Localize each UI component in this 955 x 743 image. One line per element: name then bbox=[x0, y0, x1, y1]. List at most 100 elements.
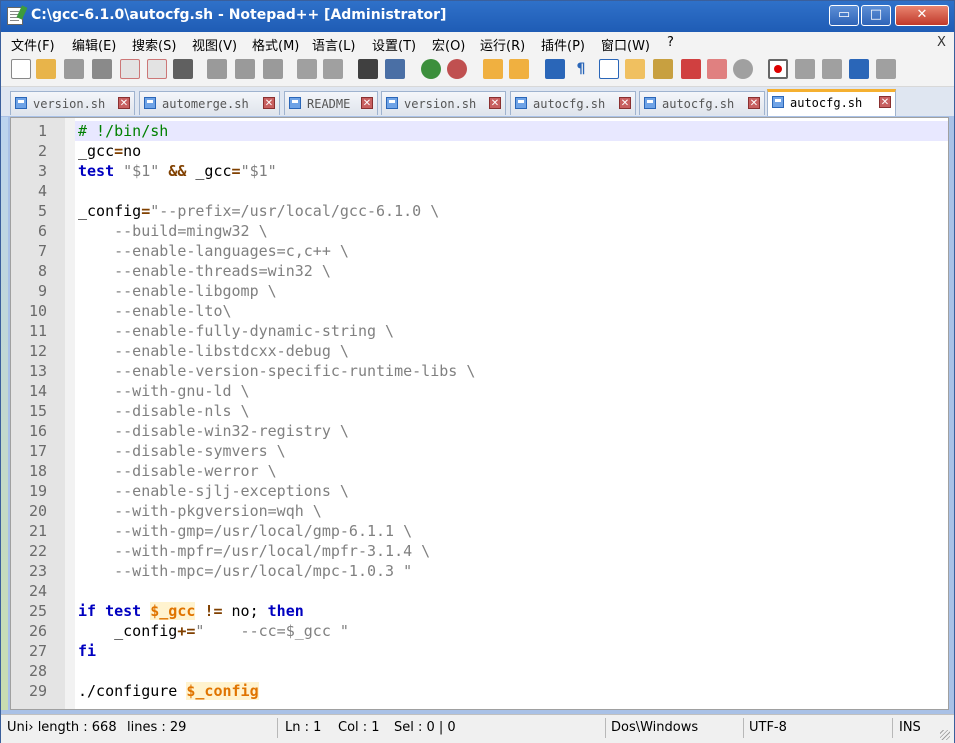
code-line[interactable]: 28 bbox=[11, 661, 948, 681]
sync-horizontal-icon[interactable] bbox=[509, 59, 529, 79]
tab-version-sh-2[interactable]: version.sh ✕ bbox=[381, 91, 506, 115]
code-line[interactable]: 17 --disable-symvers \ bbox=[11, 441, 948, 461]
indent-guide-icon[interactable] bbox=[599, 59, 619, 79]
menu-plugins[interactable]: 插件(P) bbox=[541, 35, 585, 54]
close-button[interactable]: ✕ bbox=[895, 5, 949, 26]
cut-icon[interactable] bbox=[207, 59, 227, 79]
paste-icon[interactable] bbox=[263, 59, 283, 79]
monitor-icon[interactable] bbox=[707, 59, 727, 79]
tab-close-icon[interactable]: ✕ bbox=[619, 97, 631, 109]
show-all-chars-icon[interactable]: ¶ bbox=[571, 59, 591, 79]
title-bar[interactable]: C:\gcc-6.1.0\autocfg.sh - Notepad++ [Adm… bbox=[1, 1, 954, 32]
menu-search[interactable]: 搜索(S) bbox=[132, 35, 176, 54]
code-line[interactable]: 7 --enable-languages=c,c++ \ bbox=[11, 241, 948, 261]
minimize-button[interactable]: ▭ bbox=[829, 5, 859, 26]
code-line[interactable]: 11 --enable-fully-dynamic-string \ bbox=[11, 321, 948, 341]
close-icon[interactable] bbox=[120, 59, 140, 79]
code-line[interactable]: 19 --enable-sjlj-exceptions \ bbox=[11, 481, 948, 501]
tab-autocfg-sh-2[interactable]: autocfg.sh ✕ bbox=[639, 91, 765, 115]
status-eol[interactable]: Dos\Windows bbox=[611, 720, 698, 735]
code-token: --with-mpfr=/usr/local/mpfr-3.1.4 \ bbox=[78, 542, 431, 560]
code-line[interactable]: 18 --disable-werror \ bbox=[11, 461, 948, 481]
tab-close-icon[interactable]: ✕ bbox=[263, 97, 275, 109]
play-macro-icon[interactable] bbox=[822, 59, 842, 79]
code-line[interactable]: 1 # !/bin/sh bbox=[11, 121, 948, 141]
save-all-icon[interactable] bbox=[92, 59, 112, 79]
preview-icon[interactable] bbox=[733, 59, 753, 79]
maximize-button[interactable]: □ bbox=[861, 5, 891, 26]
code-line[interactable]: 4 bbox=[11, 181, 948, 201]
code-token: != bbox=[204, 602, 223, 620]
record-macro-icon[interactable] bbox=[768, 59, 788, 79]
tab-automerge-sh[interactable]: automerge.sh ✕ bbox=[139, 91, 280, 115]
code-line[interactable]: 29 ./configure $_config bbox=[11, 681, 948, 701]
stop-macro-icon[interactable] bbox=[795, 59, 815, 79]
status-ln: Ln : 1 bbox=[285, 720, 322, 735]
menu-language[interactable]: 语言(L) bbox=[312, 35, 355, 54]
code-line[interactable]: 12 --enable-libstdcxx-debug \ bbox=[11, 341, 948, 361]
code-line[interactable]: 16 --disable-win32-registry \ bbox=[11, 421, 948, 441]
code-line[interactable]: 2 _gcc=no bbox=[11, 141, 948, 161]
status-encoding[interactable]: UTF-8 bbox=[749, 720, 787, 735]
code-line[interactable]: 13 --enable-version-specific-runtime-lib… bbox=[11, 361, 948, 381]
tab-close-icon[interactable]: ✕ bbox=[879, 96, 891, 108]
function-list-icon[interactable] bbox=[653, 59, 673, 79]
menu-settings[interactable]: 设置(T) bbox=[372, 35, 416, 54]
code-line[interactable]: 22 --with-mpfr=/usr/local/mpfr-3.1.4 \ bbox=[11, 541, 948, 561]
folder-icon[interactable] bbox=[681, 59, 701, 79]
menu-help[interactable]: ? bbox=[667, 35, 674, 50]
menu-file[interactable]: 文件(F) bbox=[11, 35, 55, 54]
doc-map-icon[interactable] bbox=[625, 59, 645, 79]
code-line[interactable]: 15 --disable-nls \ bbox=[11, 401, 948, 421]
code-line[interactable]: 6 --build=mingw32 \ bbox=[11, 221, 948, 241]
code-line[interactable]: 5 _config="--prefix=/usr/local/gcc-6.1.0 … bbox=[11, 201, 948, 221]
code-line[interactable]: 26 _config+=" --cc=$_gcc " bbox=[11, 621, 948, 641]
close-all-icon[interactable] bbox=[147, 59, 167, 79]
tab-close-icon[interactable]: ✕ bbox=[361, 97, 373, 109]
tab-autocfg-sh-active[interactable]: autocfg.sh ✕ bbox=[767, 89, 896, 116]
zoom-out-icon[interactable] bbox=[447, 59, 467, 79]
menu-close-doc-button[interactable]: X bbox=[937, 35, 946, 50]
menu-run[interactable]: 运行(R) bbox=[480, 35, 525, 54]
print-icon[interactable] bbox=[173, 59, 193, 79]
sync-vertical-icon[interactable] bbox=[483, 59, 503, 79]
save-macro-icon[interactable] bbox=[876, 59, 896, 79]
code-line[interactable]: 3 test "$1" && _gcc="$1" bbox=[11, 161, 948, 181]
code-line[interactable]: 10 --enable-lto\ bbox=[11, 301, 948, 321]
find-icon[interactable] bbox=[358, 59, 378, 79]
code-line[interactable]: 27 fi bbox=[11, 641, 948, 661]
save-icon[interactable] bbox=[64, 59, 84, 79]
open-file-icon[interactable] bbox=[36, 59, 56, 79]
code-line[interactable]: 14 --with-gnu-ld \ bbox=[11, 381, 948, 401]
run-macro-multiple-icon[interactable] bbox=[849, 59, 869, 79]
tab-close-icon[interactable]: ✕ bbox=[118, 97, 130, 109]
tab-close-icon[interactable]: ✕ bbox=[748, 97, 760, 109]
new-file-icon[interactable] bbox=[11, 59, 31, 79]
code-line[interactable]: 9 --enable-libgomp \ bbox=[11, 281, 948, 301]
zoom-in-icon[interactable] bbox=[421, 59, 441, 79]
resize-grip[interactable] bbox=[940, 730, 950, 740]
code-line[interactable]: 8 --enable-threads=win32 \ bbox=[11, 261, 948, 281]
menu-edit[interactable]: 编辑(E) bbox=[72, 35, 116, 54]
code-line[interactable]: 24 bbox=[11, 581, 948, 601]
menu-window[interactable]: 窗口(W) bbox=[601, 35, 650, 54]
code-line[interactable]: 25 if test $_gcc != no; then bbox=[11, 601, 948, 621]
tab-readme[interactable]: README ✕ bbox=[284, 91, 378, 115]
redo-icon[interactable] bbox=[323, 59, 343, 79]
code-editor[interactable]: 1 # !/bin/sh 2 _gcc=no 3 test "$1" && _gcc="$… bbox=[10, 117, 949, 710]
tab-version-sh[interactable]: version.sh ✕ bbox=[10, 91, 135, 115]
code-line[interactable]: 20 --with-pkgversion=wqh \ bbox=[11, 501, 948, 521]
replace-icon[interactable] bbox=[385, 59, 405, 79]
word-wrap-icon[interactable] bbox=[545, 59, 565, 79]
undo-icon[interactable] bbox=[297, 59, 317, 79]
menu-view[interactable]: 视图(V) bbox=[192, 35, 237, 54]
copy-icon[interactable] bbox=[235, 59, 255, 79]
notepad-app-icon[interactable] bbox=[7, 7, 23, 25]
tab-close-icon[interactable]: ✕ bbox=[489, 97, 501, 109]
menu-format[interactable]: 格式(M) bbox=[252, 35, 299, 54]
menu-macro[interactable]: 宏(O) bbox=[432, 35, 465, 54]
tab-autocfg-sh[interactable]: autocfg.sh ✕ bbox=[510, 91, 636, 115]
code-line[interactable]: 23 --with-mpc=/usr/local/mpc-1.0.3 " bbox=[11, 561, 948, 581]
code-line[interactable]: 21 --with-gmp=/usr/local/gmp-6.1.1 \ bbox=[11, 521, 948, 541]
